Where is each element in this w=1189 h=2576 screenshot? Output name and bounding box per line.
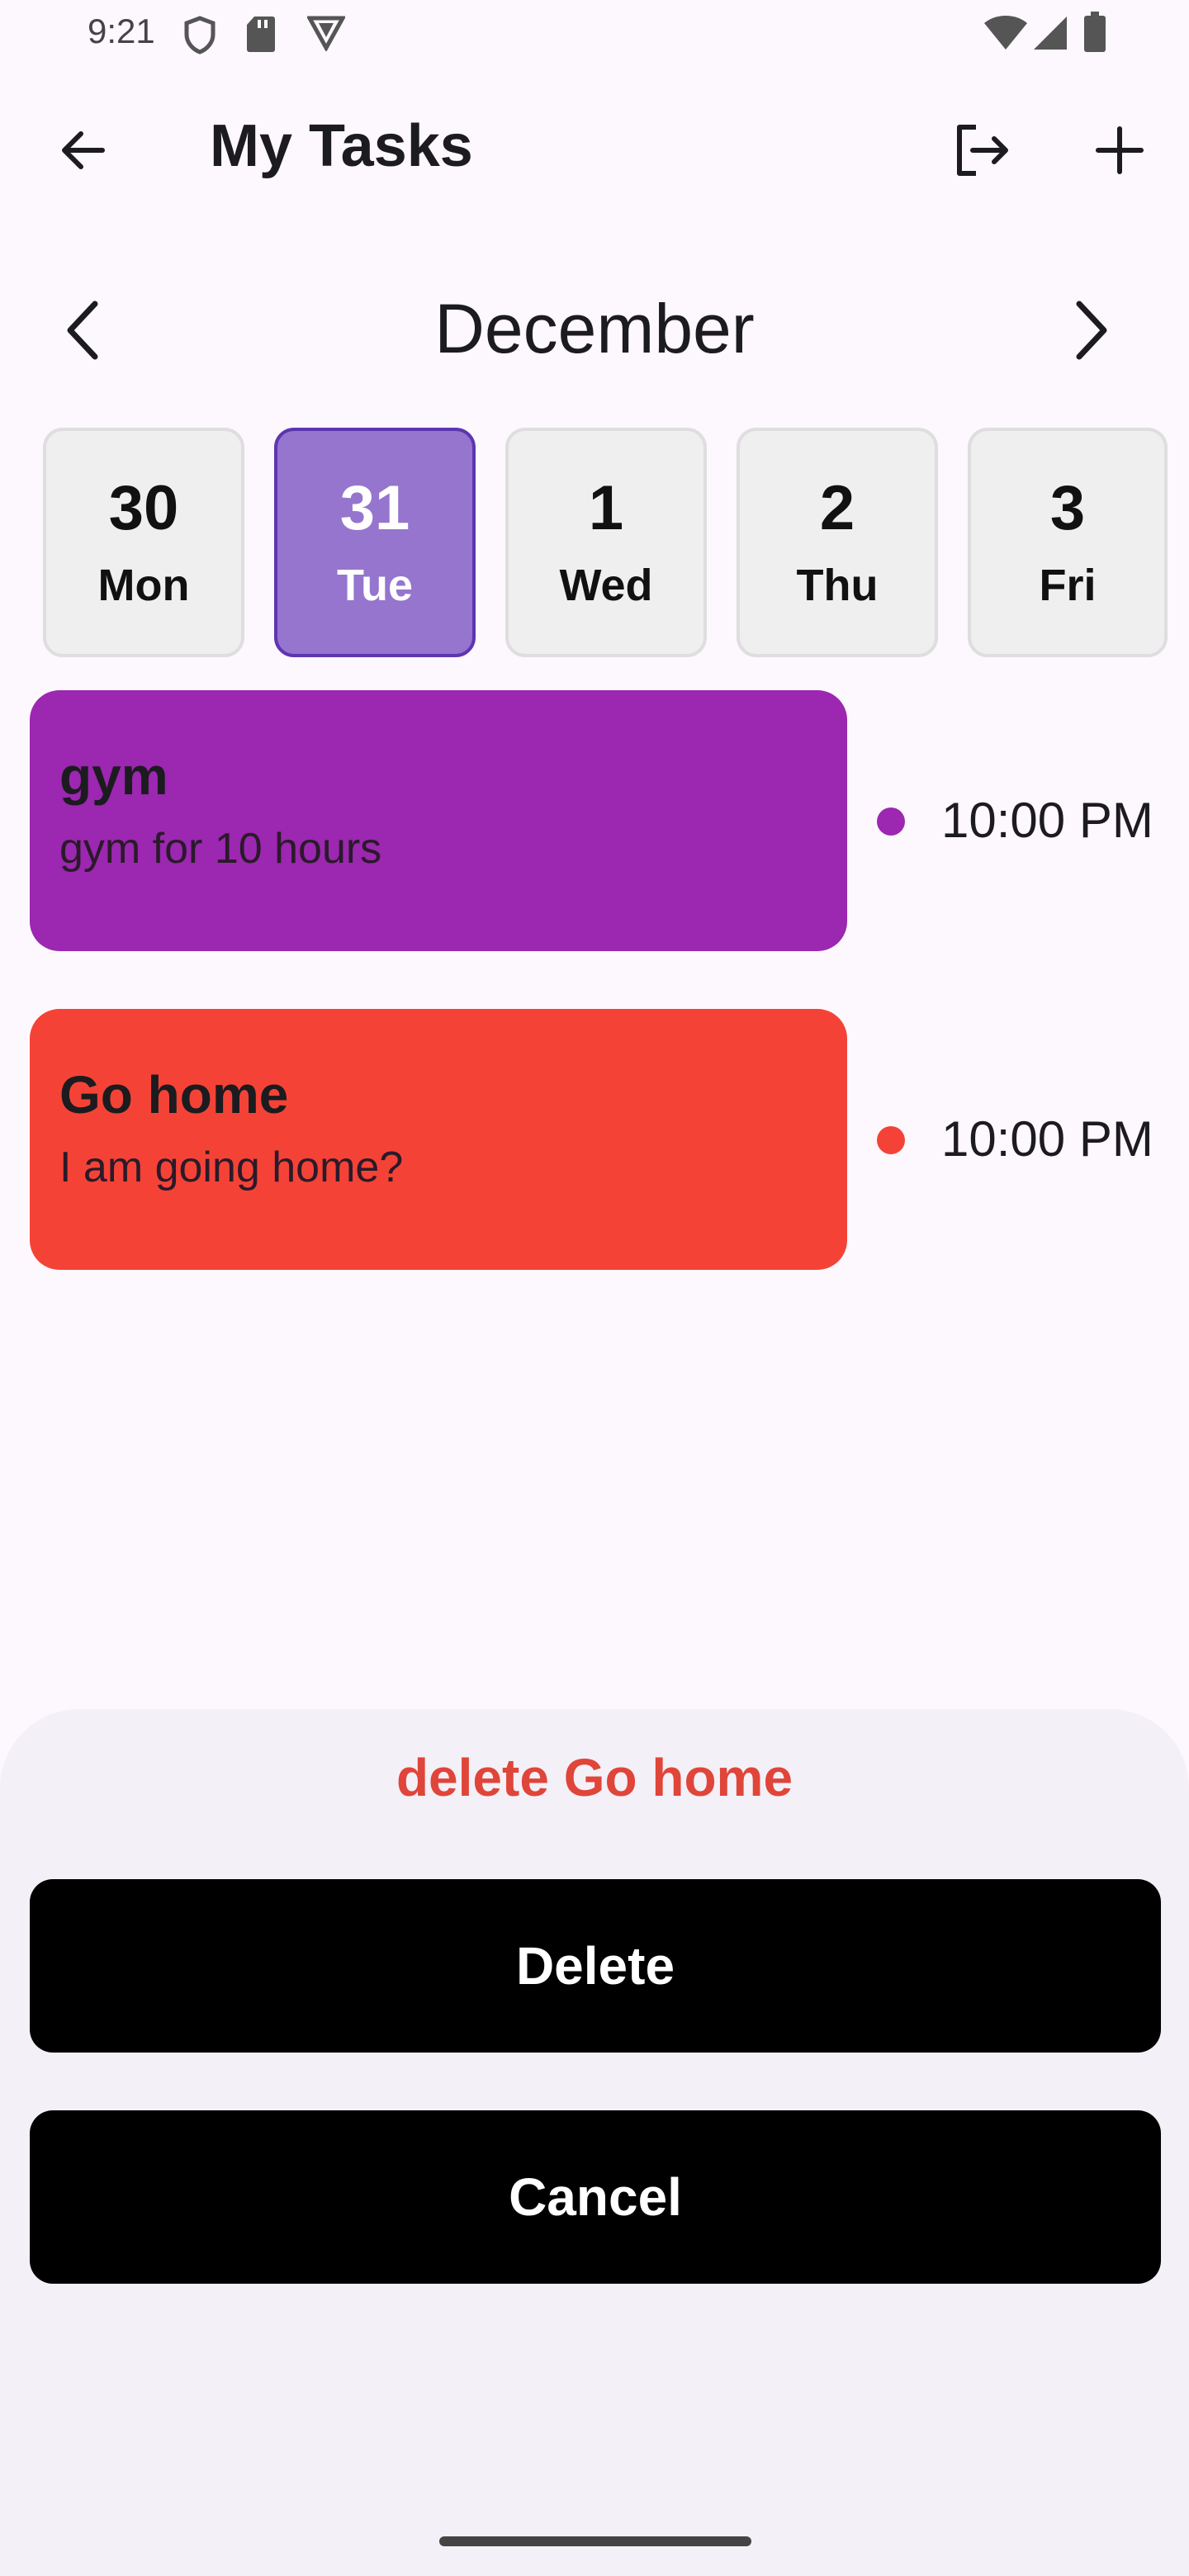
task-card[interactable]: gym gym for 10 hours (30, 690, 847, 951)
vpn-icon (306, 15, 347, 55)
signal-icon (1032, 15, 1068, 55)
cancel-button[interactable]: Cancel (30, 2110, 1161, 2284)
shield-icon (183, 15, 216, 59)
task-color-dot (877, 807, 905, 836)
date-card[interactable]: 1 Wed (505, 428, 707, 657)
date-number: 30 (108, 473, 179, 543)
plus-icon[interactable] (1080, 111, 1159, 190)
task-color-dot (877, 1126, 905, 1154)
logout-icon[interactable] (941, 111, 1021, 190)
date-strip: 30 Mon 31 Tue 1 Wed 2 Thu 3 Fri (43, 428, 1189, 659)
date-number: 31 (339, 473, 410, 543)
date-weekday: Tue (337, 561, 413, 610)
date-weekday: Thu (796, 561, 879, 610)
task-time: 10:00 PM (941, 1111, 1153, 1167)
task-row: Go home I am going home? 10:00 PM (30, 1009, 1186, 1270)
month-label: December (434, 290, 755, 367)
task-title: Go home (59, 1065, 289, 1125)
date-card[interactable]: 3 Fri (968, 428, 1168, 657)
sheet-title: delete Go home (396, 1748, 793, 1807)
task-description: I am going home? (59, 1144, 404, 1191)
back-arrow-icon[interactable] (43, 111, 122, 190)
sd-card-icon (246, 15, 276, 57)
date-number: 1 (588, 473, 624, 543)
battery-icon (1083, 12, 1106, 57)
date-number: 3 (1049, 473, 1086, 543)
date-weekday: Fri (1039, 561, 1097, 610)
date-card-selected[interactable]: 31 Tue (274, 428, 476, 657)
month-navigation: December (0, 272, 1189, 388)
app-bar: My Tasks (0, 83, 1189, 218)
home-indicator[interactable] (439, 2536, 751, 2546)
date-number: 2 (819, 473, 855, 543)
date-card[interactable]: 2 Thu (737, 428, 938, 657)
date-weekday: Wed (559, 561, 653, 610)
date-weekday: Mon (97, 561, 190, 610)
chevron-right-icon[interactable] (1052, 291, 1131, 370)
task-card[interactable]: Go home I am going home? (30, 1009, 847, 1270)
task-row: gym gym for 10 hours 10:00 PM (30, 690, 1186, 951)
wifi-icon (983, 15, 1029, 55)
task-time: 10:00 PM (941, 793, 1153, 848)
date-card[interactable]: 30 Mon (43, 428, 244, 657)
task-description: gym for 10 hours (59, 825, 382, 873)
status-time: 9:21 (88, 12, 155, 50)
task-title: gym (59, 746, 168, 806)
delete-button[interactable]: Delete (30, 1879, 1161, 2053)
page-title: My Tasks (210, 113, 473, 179)
delete-bottom-sheet: delete Go home Delete Cancel (0, 1709, 1189, 2576)
status-bar: 9:21 (0, 0, 1189, 69)
